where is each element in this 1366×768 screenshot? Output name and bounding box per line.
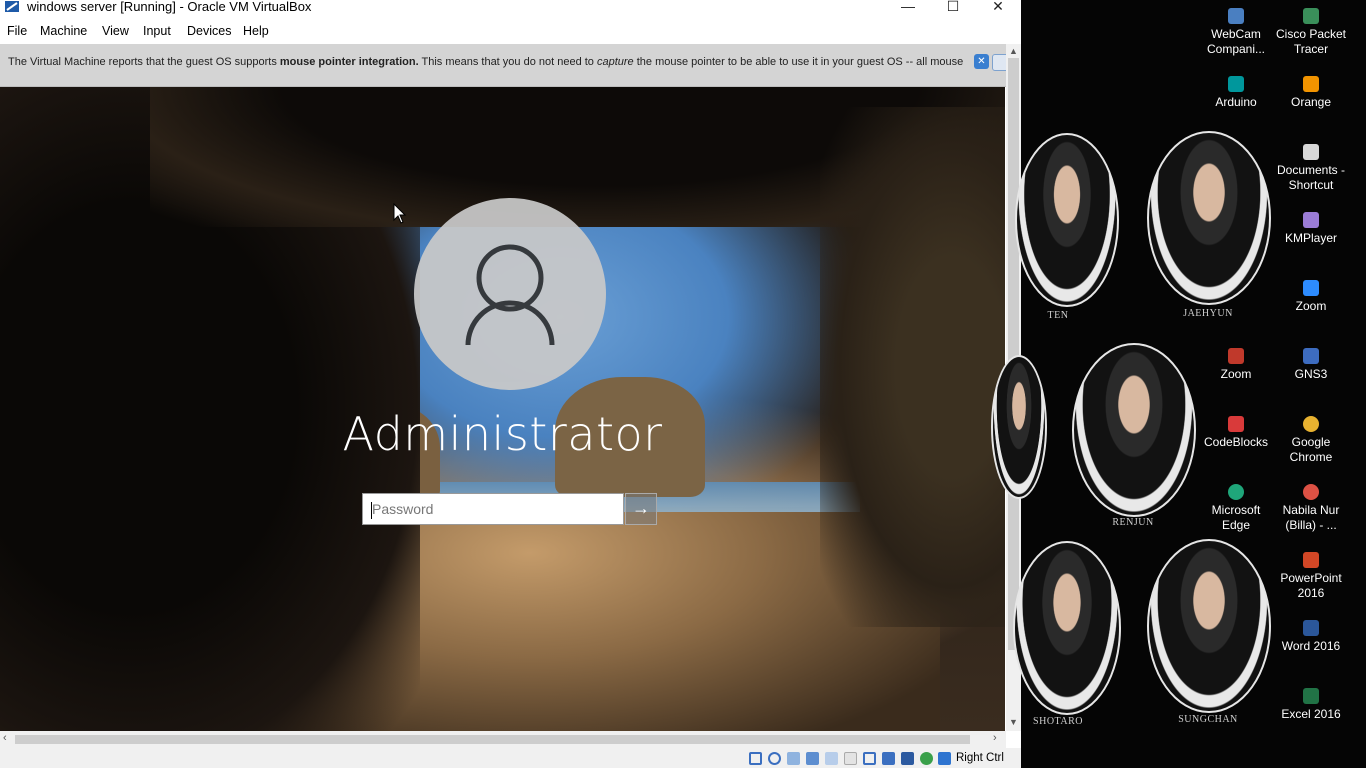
menu-file[interactable]: File [7,24,27,38]
status-bar: Right Ctrl [0,748,1021,768]
scroll-right-icon[interactable]: › [993,732,997,744]
edge-icon [1228,484,1244,500]
host-desktop: TEN JAEHYUN RENJUN SHOTARO SUNGCHAN WebC… [991,0,1366,768]
word-icon [1303,620,1319,636]
vertical-scroll-thumb[interactable] [1008,58,1019,650]
display-icon[interactable] [863,752,876,765]
orange-icon [1303,76,1319,92]
wallpaper-photo-jaehyun [1147,131,1271,305]
virtualbox-app-icon [5,1,19,12]
wallpaper-photo-ten [1015,133,1119,307]
documents-icon [1303,144,1319,160]
virtualbox-window: windows server [Running] - Oracle VM Vir… [0,0,1021,768]
photo-label-shotaro: SHOTARO [1033,716,1083,727]
desktop-icon-chrome-profile[interactable]: Nabila Nur (Billa) - ... [1274,484,1348,533]
password-input[interactable]: Password [362,493,624,525]
wallpaper-photo-renjun [1072,343,1196,517]
minimize-button[interactable]: — [885,0,931,18]
submit-arrow-button[interactable]: → [625,493,657,525]
zoom-icon [1303,280,1319,296]
cave-wall-right [820,107,1005,627]
maximize-button[interactable]: ☐ [930,0,976,18]
menu-machine[interactable]: Machine [40,24,87,38]
photo-label-sungchan: SUNGCHAN [1178,714,1238,725]
window-title: windows server [Running] - Oracle VM Vir… [27,0,312,14]
desktop-icon-packet-tracer[interactable]: Cisco Packet Tracer [1274,8,1348,57]
usb-icon[interactable] [825,752,838,765]
menu-help[interactable]: Help [243,24,269,38]
webcam-icon [1228,8,1244,24]
audio-icon[interactable] [787,752,800,765]
notice-close-icon[interactable]: ✕ [974,54,989,69]
user-silhouette-icon [465,244,555,346]
desktop-icon-webcam[interactable]: WebCam Compani... [1199,8,1273,57]
desktop-icon-zoom[interactable]: Zoom [1274,280,1348,314]
mouse-cursor-icon [393,203,407,224]
desktop-icon-word[interactable]: Word 2016 [1274,620,1348,654]
keyboard-capture-icon[interactable] [938,752,951,765]
notice-text: The Virtual Machine reports that the gue… [8,56,964,68]
login-username: Administrator [342,407,663,461]
gns3-icon [1303,348,1319,364]
scroll-up-icon[interactable]: ▲ [1009,46,1018,56]
chrome-icon [1303,416,1319,432]
photo-label-renjun: RENJUN [1112,517,1154,528]
desktop-icon-edge[interactable]: Microsoft Edge [1199,484,1273,533]
photo-label-jaehyun: JAEHYUN [1183,308,1233,319]
desktop-icon-arduino[interactable]: Arduino [1199,76,1273,110]
desktop-icon-codeblocks[interactable]: CodeBlocks [1199,416,1273,450]
title-bar[interactable]: windows server [Running] - Oracle VM Vir… [0,0,1021,21]
horizontal-scrollbar[interactable]: ‹ › [0,731,1006,748]
codeblocks-icon [1228,416,1244,432]
desktop-icon-gns3[interactable]: GNS3 [1274,348,1348,382]
kmplayer-icon [1303,212,1319,228]
arduino-icon [1228,76,1244,92]
wallpaper-photo-shotaro [1013,541,1121,715]
desktop-icon-kmplayer[interactable]: KMPlayer [1274,212,1348,246]
desktop-icon-chrome[interactable]: Google Chrome [1274,416,1348,465]
hard-disk-icon[interactable] [749,752,762,765]
host-key-label: Right Ctrl [956,752,1004,764]
powerpoint-icon [1303,552,1319,568]
menu-devices[interactable]: Devices [187,24,231,38]
desktop-icon-zoom-2[interactable]: Zoom [1199,348,1273,382]
menu-bar: File Machine View Input Devices Help [0,22,1021,42]
optical-drive-icon[interactable] [768,752,781,765]
shared-folders-icon[interactable] [844,752,857,765]
packet-tracer-icon [1303,8,1319,24]
user-avatar [414,198,606,390]
chrome-profile-icon [1303,484,1319,500]
menu-input[interactable]: Input [143,24,171,38]
video-capture-icon[interactable] [882,752,895,765]
close-button[interactable]: ✕ [975,0,1021,18]
desktop-icon-excel[interactable]: Excel 2016 [1274,688,1348,722]
desktop-icon-orange[interactable]: Orange [1274,76,1348,110]
desktop-icon-documents[interactable]: Documents - Shortcut [1274,144,1348,193]
cpu-icon[interactable] [901,752,914,765]
network-icon[interactable] [806,752,819,765]
zoom-icon [1228,348,1244,364]
menu-view[interactable]: View [102,24,129,38]
wallpaper-photo-partial [991,355,1047,499]
wallpaper-photo-sungchan [1147,539,1271,713]
scroll-left-icon[interactable]: ‹ [3,732,7,744]
photo-label-ten: TEN [1047,310,1069,321]
excel-icon [1303,688,1319,704]
mouse-integration-icon[interactable] [920,752,933,765]
guest-display[interactable]: Administrator Password → [0,87,1005,731]
horizontal-scroll-thumb[interactable] [15,735,970,744]
desktop-icon-powerpoint[interactable]: PowerPoint 2016 [1274,552,1348,601]
mouse-integration-notice: The Virtual Machine reports that the gue… [0,44,1009,87]
